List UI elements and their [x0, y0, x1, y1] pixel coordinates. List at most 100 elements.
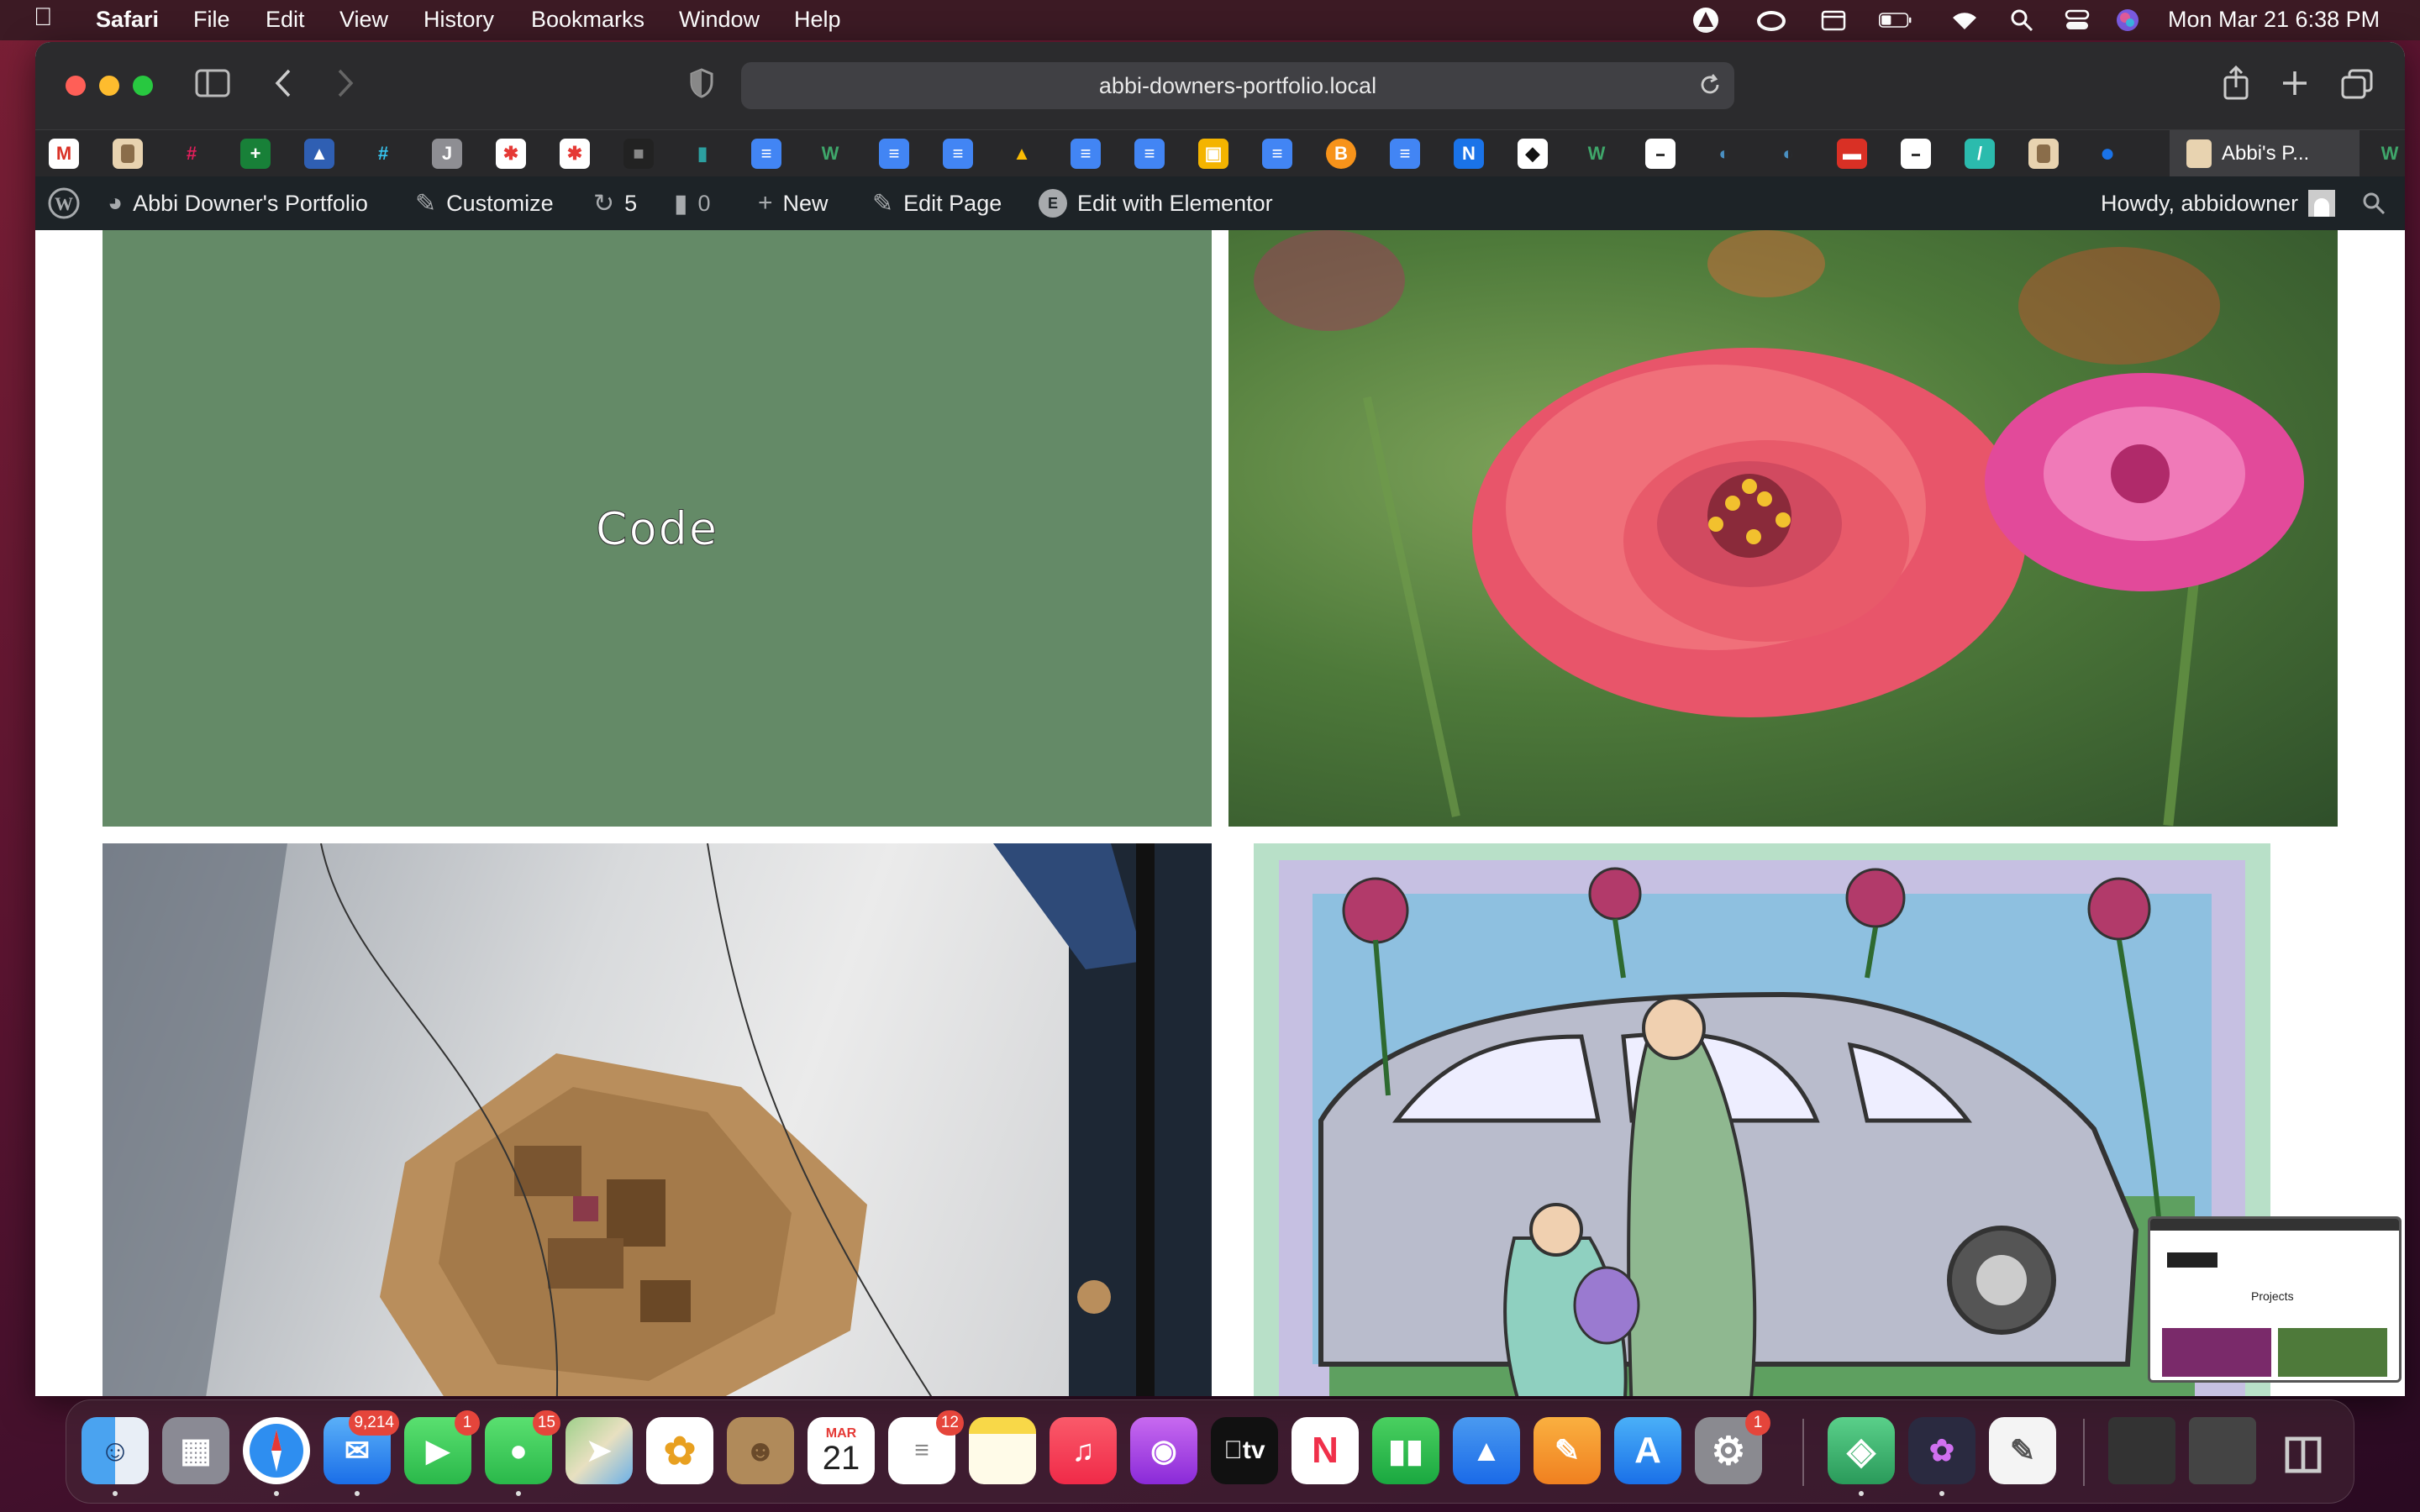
- mail-icon[interactable]: ✉ 9,214: [324, 1410, 399, 1484]
- new-tab-icon[interactable]: [2281, 69, 2309, 102]
- screenshot-thumbnail[interactable]: Projects: [2148, 1216, 2402, 1383]
- maps-icon[interactable]: ➤: [566, 1417, 633, 1484]
- updates-link[interactable]: ↻ 5: [593, 176, 637, 230]
- launchpad-icon[interactable]: ▦: [162, 1417, 229, 1484]
- j-tab-icon[interactable]: J: [432, 139, 462, 169]
- menu-clock[interactable]: Mon Mar 21 6:38 PM: [2168, 7, 2380, 33]
- close-window-button[interactable]: [66, 76, 86, 96]
- pages-icon[interactable]: ✎: [1534, 1417, 1601, 1484]
- docs-tab-icon-7[interactable]: ≡: [1390, 139, 1420, 169]
- privacy-shield-icon[interactable]: [689, 67, 714, 103]
- menu-app-name[interactable]: Safari: [96, 7, 159, 33]
- video-tab-icon[interactable]: ■: [623, 139, 654, 169]
- menu-bookmarks[interactable]: Bookmarks: [531, 7, 644, 33]
- textedit-icon[interactable]: ✎: [1989, 1417, 2056, 1484]
- asterisk-tab-icon[interactable]: ✱: [496, 139, 526, 169]
- battery-icon[interactable]: [1879, 5, 1912, 35]
- wifi-icon[interactable]: [1948, 5, 1981, 35]
- n-tab-icon[interactable]: N: [1454, 139, 1484, 169]
- slack-tab-icon[interactable]: #: [176, 139, 207, 169]
- photos-icon[interactable]: ✿: [646, 1417, 713, 1484]
- site-name-link[interactable]: ◕ Abbi Downer's Portfolio: [108, 176, 368, 230]
- address-bar[interactable]: abbi-downers-portfolio.local: [741, 62, 1734, 109]
- maps-tab-icon[interactable]: ▲: [304, 139, 334, 169]
- sculpture-project-tile[interactable]: [103, 843, 1212, 1396]
- tab-overview-icon[interactable]: [2341, 69, 2373, 103]
- siri-icon[interactable]: [2111, 5, 2144, 35]
- page-tab-icon[interactable]: ▬: [1645, 139, 1676, 169]
- music-icon[interactable]: ♫: [1050, 1417, 1117, 1484]
- account-menu[interactable]: Howdy, abbidowner: [2101, 176, 2336, 230]
- forward-button-icon[interactable]: [334, 67, 355, 103]
- keynote-icon[interactable]: ▲: [1453, 1417, 1520, 1484]
- contacts-icon[interactable]: ☻: [727, 1417, 794, 1484]
- zoom-window-button[interactable]: [133, 76, 153, 96]
- menu-history[interactable]: History: [424, 7, 494, 33]
- menu-window[interactable]: Window: [679, 7, 760, 33]
- wordpress-logo-icon[interactable]: W: [47, 176, 81, 230]
- asterisk-tab-icon-2[interactable]: ✱: [560, 139, 590, 169]
- drive-tab-icon[interactable]: ▲: [1007, 139, 1037, 169]
- blue-dot-tab-icon[interactable]: ●: [2092, 139, 2123, 169]
- docs-tab-icon-6[interactable]: ≡: [1262, 139, 1292, 169]
- davinci-icon[interactable]: ✿: [1908, 1417, 1975, 1484]
- docs-tab-icon-5[interactable]: ≡: [1134, 139, 1165, 169]
- apple-tv-icon[interactable]: tv: [1211, 1417, 1278, 1484]
- red-tab-icon[interactable]: ▬: [1837, 139, 1867, 169]
- slash-tab-icon[interactable]: /: [1965, 139, 1995, 169]
- page-tab-icon-2[interactable]: ▬: [1901, 139, 1931, 169]
- facetime-icon[interactable]: ▶ 1: [404, 1410, 480, 1484]
- minimize-window-button[interactable]: [99, 76, 119, 96]
- safari-icon[interactable]: [243, 1417, 310, 1484]
- docs-tab-icon-2[interactable]: ≡: [879, 139, 909, 169]
- docs-tab-icon-4[interactable]: ≡: [1071, 139, 1101, 169]
- slides-tab-icon[interactable]: ▣: [1198, 139, 1228, 169]
- back-button-icon[interactable]: [274, 67, 294, 103]
- system-preferences-icon[interactable]: ⚙ 1: [1695, 1410, 1770, 1484]
- notes-icon[interactable]: [969, 1417, 1036, 1484]
- docs-tab-icon-3[interactable]: ≡: [943, 139, 973, 169]
- downloads-stack-icon[interactable]: [2189, 1417, 2256, 1484]
- w-tab-icon-3[interactable]: W: [2375, 139, 2405, 169]
- status-triangle-icon[interactable]: [1689, 5, 1723, 35]
- circle-tab-icon[interactable]: ◐: [1709, 139, 1739, 169]
- news-icon[interactable]: N: [1292, 1417, 1359, 1484]
- calendar-status-icon[interactable]: [1817, 5, 1850, 35]
- spotlight-search-icon[interactable]: [2005, 5, 2039, 35]
- new-content-link[interactable]: + New: [758, 176, 829, 230]
- menu-help[interactable]: Help: [794, 7, 841, 33]
- sidebar-toggle-icon[interactable]: [195, 69, 230, 102]
- analytics-tab-icon[interactable]: ▮: [687, 139, 718, 169]
- app-store-icon[interactable]: A: [1614, 1417, 1681, 1484]
- w-tab-icon-2[interactable]: W: [1581, 139, 1612, 169]
- photo-project-tile[interactable]: [1228, 230, 2338, 827]
- code-project-tile[interactable]: Code: [103, 230, 1212, 827]
- menu-view[interactable]: View: [339, 7, 388, 33]
- share-icon[interactable]: [2222, 65, 2250, 105]
- sheets-tab-icon[interactable]: +: [240, 139, 271, 169]
- comments-link[interactable]: ▮ 0: [674, 176, 711, 230]
- bitcoin-tab-icon[interactable]: B: [1326, 139, 1356, 169]
- gmail-tab-icon[interactable]: M: [49, 139, 79, 169]
- menu-edit[interactable]: Edit: [266, 7, 305, 33]
- edit-elementor-link[interactable]: E Edit with Elementor: [1039, 176, 1273, 230]
- w-tab-icon[interactable]: W: [815, 139, 845, 169]
- podcasts-icon[interactable]: ◉: [1130, 1417, 1197, 1484]
- numbers-icon[interactable]: ▮▮: [1372, 1417, 1439, 1484]
- docs-tab-icon[interactable]: ≡: [751, 139, 781, 169]
- recent-window-icon[interactable]: [2108, 1417, 2175, 1484]
- finder-icon[interactable]: ☺: [82, 1417, 149, 1484]
- codepen-tab-icon[interactable]: ◆: [1518, 139, 1548, 169]
- reload-icon[interactable]: [1697, 72, 1723, 103]
- admin-search-icon[interactable]: [2361, 176, 2386, 230]
- portfolio-tab-icon-2[interactable]: [2028, 139, 2059, 169]
- circle-tab-icon-2[interactable]: ◐: [1773, 139, 1803, 169]
- slack-tab-icon-2[interactable]: #: [368, 139, 398, 169]
- calendar-icon[interactable]: MAR 21: [808, 1417, 875, 1484]
- control-center-icon[interactable]: [2060, 5, 2094, 35]
- apple-menu-icon[interactable]: : [34, 3, 53, 32]
- menu-file[interactable]: File: [193, 7, 230, 33]
- portfolio-tab-icon[interactable]: [113, 139, 143, 169]
- creative-cloud-icon[interactable]: [1754, 5, 1788, 35]
- messages-icon[interactable]: ● 15: [485, 1410, 560, 1484]
